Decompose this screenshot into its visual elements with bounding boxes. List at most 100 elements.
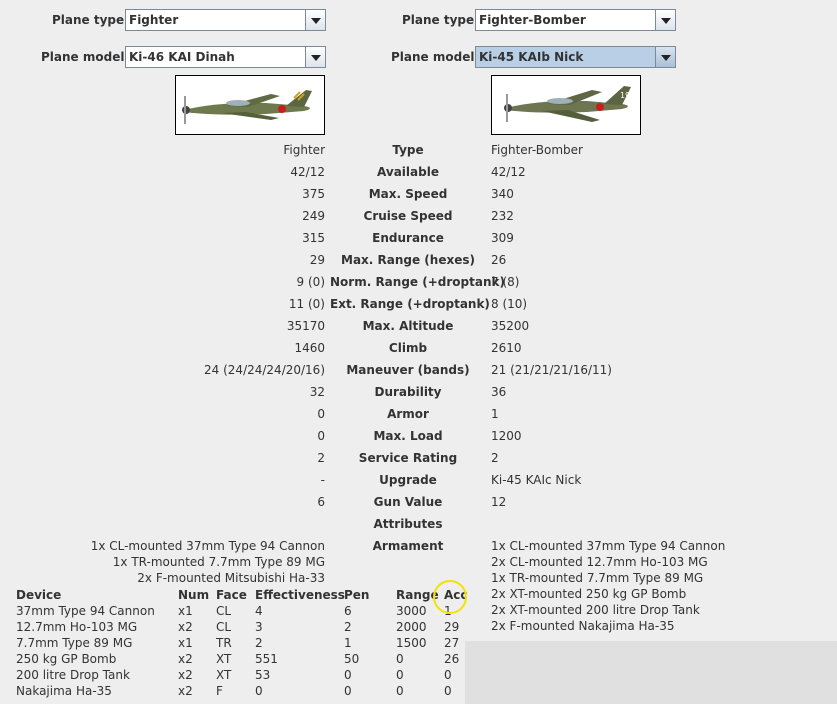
- stat-label-maneuver: Maneuver (bands): [346, 363, 470, 377]
- table-row-device: 200 litre Drop Tank: [16, 668, 130, 682]
- stat-label-upgrade: Upgrade: [379, 473, 437, 487]
- left-stat-max-altitude: 35170: [286, 319, 325, 333]
- right-plane-type-value: Fighter-Bomber: [479, 13, 586, 27]
- right-armament-item: 2x CL-mounted 12.7mm Ho-103 MG: [491, 555, 708, 569]
- empty-panel-area: [465, 641, 837, 704]
- table-row-range: 1500: [396, 636, 427, 650]
- table-row-num: x2: [178, 684, 193, 698]
- table-row-pen: 1: [344, 636, 352, 650]
- right-stat-max-load: 1200: [491, 429, 522, 443]
- highlight-circle-icon: [433, 580, 467, 614]
- left-stat-upgrade: -: [320, 473, 325, 487]
- stat-label-max-range: Max. Range (hexes): [341, 253, 475, 267]
- chevron-down-icon[interactable]: [655, 47, 675, 67]
- right-stat-gun-value: 12: [491, 495, 507, 509]
- table-row-num: x2: [178, 652, 193, 666]
- left-stat-type: Fighter: [283, 143, 325, 157]
- left-stat-armor: 0: [317, 407, 325, 421]
- table-row-acc: 27: [444, 636, 460, 650]
- num-col-header: Num: [178, 588, 210, 602]
- table-row-acc: 26: [444, 652, 460, 666]
- left-plane-model-value: Ki-46 KAI Dinah: [129, 50, 235, 64]
- left-plane-model-select[interactable]: Ki-46 KAI Dinah: [125, 46, 326, 68]
- table-row-range: 0: [396, 652, 404, 666]
- right-stat-norm-range: 7 (8): [491, 275, 520, 289]
- right-armament-item: 1x CL-mounted 37mm Type 94 Cannon: [491, 539, 726, 553]
- face-col-header: Face: [216, 588, 247, 602]
- left-plane-type-value: Fighter: [129, 13, 179, 27]
- table-row-pen: 0: [344, 684, 352, 698]
- chevron-down-icon[interactable]: [305, 47, 325, 67]
- right-stat-cruise-speed: 232: [491, 209, 514, 223]
- table-row-effectiveness: 4: [255, 604, 263, 618]
- stat-label-durability: Durability: [374, 385, 442, 399]
- right-stat-upgrade: Ki-45 KAIc Nick: [491, 473, 582, 487]
- table-row-effectiveness: 3: [255, 620, 263, 634]
- table-row-range: 0: [396, 668, 404, 682]
- left-stat-endurance: 315: [302, 231, 325, 245]
- chevron-down-icon[interactable]: [655, 10, 675, 30]
- left-stat-max-load: 0: [317, 429, 325, 443]
- table-row-effectiveness: 0: [255, 684, 263, 698]
- left-stat-maneuver: 24 (24/24/24/20/16): [204, 363, 325, 377]
- table-row-acc: 0: [444, 668, 452, 682]
- right-plane-type-select[interactable]: Fighter-Bomber: [475, 9, 676, 31]
- left-stat-available: 42/12: [290, 165, 325, 179]
- right-stat-max-speed: 340: [491, 187, 514, 201]
- left-stat-cruise-speed: 249: [302, 209, 325, 223]
- table-row-num: x2: [178, 620, 193, 634]
- left-stat-max-range: 29: [309, 253, 325, 267]
- table-row-face: TR: [216, 636, 232, 650]
- chevron-down-icon[interactable]: [305, 10, 325, 30]
- plane-ki45-image: 19: [491, 75, 641, 135]
- right-plane-type-label: Plane type:: [402, 13, 479, 27]
- stat-label-max-speed: Max. Speed: [368, 187, 448, 201]
- stat-label-service-rating: Service Rating: [358, 451, 458, 465]
- right-stat-durability: 36: [491, 385, 507, 399]
- right-stat-endurance: 309: [491, 231, 514, 245]
- right-plane-model-value: Ki-45 KAIb Nick: [479, 50, 584, 64]
- table-row-pen: 50: [344, 652, 360, 666]
- stat-label-max-altitude: Max. Altitude: [362, 319, 454, 333]
- right-stat-maneuver: 21 (21/21/21/16/11): [491, 363, 612, 377]
- left-armament-item: 1x CL-mounted 37mm Type 94 Cannon: [90, 539, 325, 553]
- table-row-num: x1: [178, 636, 193, 650]
- pen-col-header: Pen: [344, 588, 370, 602]
- stat-label-endurance: Endurance: [372, 231, 444, 245]
- table-row-device: 37mm Type 94 Cannon: [16, 604, 155, 618]
- table-row-device: Nakajima Ha-35: [16, 684, 112, 698]
- table-row-num: x1: [178, 604, 193, 618]
- table-row-range: 2000: [396, 620, 427, 634]
- stat-label-armor: Armor: [387, 407, 429, 421]
- table-row-face: CL: [216, 604, 232, 618]
- right-armament-item: 2x XT-mounted 250 kg GP Bomb: [491, 587, 687, 601]
- table-row-acc: 0: [444, 684, 452, 698]
- table-row-pen: 2: [344, 620, 352, 634]
- table-row-num: x2: [178, 668, 193, 682]
- table-row-range: 3000: [396, 604, 427, 618]
- table-row-device: 250 kg GP Bomb: [16, 652, 117, 666]
- svg-text:19: 19: [620, 91, 630, 100]
- table-row-pen: 6: [344, 604, 352, 618]
- left-plane-type-select[interactable]: Fighter: [125, 9, 326, 31]
- right-stat-max-range: 26: [491, 253, 507, 267]
- table-row-device: 12.7mm Ho-103 MG: [16, 620, 138, 634]
- table-row-range: 0: [396, 684, 404, 698]
- stat-label-armament: Armament: [372, 539, 444, 553]
- right-stat-available: 42/12: [491, 165, 526, 179]
- device-tooltip-panel: Device Num Face Effectiveness Pen Range …: [0, 585, 468, 704]
- left-plane-type-label: Plane type:: [52, 13, 129, 27]
- right-armament-item: 2x XT-mounted 200 litre Drop Tank: [491, 603, 700, 617]
- effectiveness-col-header: Effectiveness: [255, 588, 345, 602]
- stat-label-cruise-speed: Cruise Speed: [363, 209, 453, 223]
- stat-label-attributes: Attributes: [373, 517, 443, 531]
- left-stat-service-rating: 2: [317, 451, 325, 465]
- stat-label-available: Available: [377, 165, 439, 179]
- left-stat-ext-range: 11 (0): [288, 297, 325, 311]
- table-row-device: 7.7mm Type 89 MG: [16, 636, 133, 650]
- table-row-face: XT: [216, 652, 232, 666]
- right-plane-model-select[interactable]: Ki-45 KAIb Nick: [475, 46, 676, 68]
- plane-ki46-image: [175, 75, 325, 135]
- right-stat-climb: 2610: [491, 341, 522, 355]
- right-armament-item: 2x F-mounted Nakajima Ha-35: [491, 619, 675, 633]
